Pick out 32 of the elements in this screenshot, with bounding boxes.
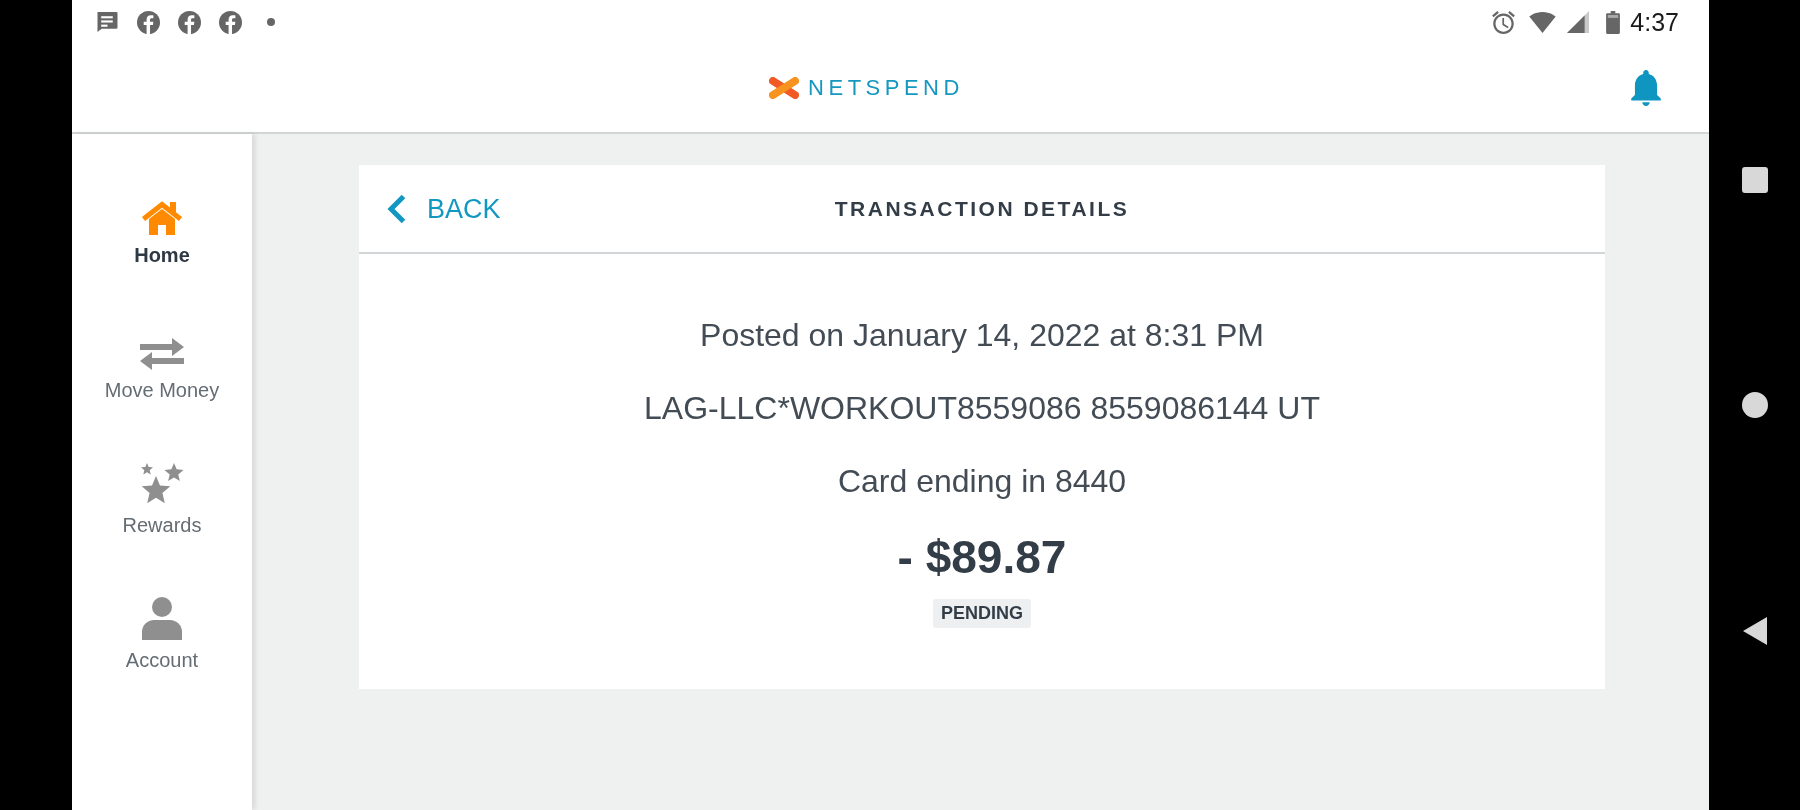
card-title: TRANSACTION DETAILS (834, 195, 1130, 222)
home-icon (141, 201, 183, 235)
square-icon[interactable] (1741, 167, 1768, 193)
status-badge: PENDING (933, 599, 1031, 628)
facebook-icon (137, 10, 160, 34)
signal-icon (1566, 11, 1591, 33)
sidebar-item[interactable]: Move Money (104, 326, 220, 402)
logo-icon (769, 77, 800, 99)
merchant-name: LAG-LLC*WORKOUT8559086 8559086144 UT (644, 389, 1320, 427)
arrows-icon (140, 338, 184, 370)
battery-icon (1606, 10, 1621, 34)
circle-icon[interactable] (1741, 392, 1768, 418)
card-number: Card ending in 8440 (837, 462, 1127, 500)
status-time: 4:37 (1630, 7, 1679, 37)
notifications-icon[interactable] (1631, 70, 1661, 106)
stars-icon (140, 463, 184, 505)
back-icon[interactable] (1742, 617, 1767, 645)
chevron-icon (387, 193, 407, 224)
back-button[interactable]: BACK (387, 192, 501, 225)
sidebar-item[interactable]: Account (125, 596, 199, 672)
sidebar-item[interactable]: Home (134, 191, 190, 267)
person-icon (142, 597, 182, 640)
transaction-amount: - $89.87 (897, 530, 1067, 584)
sidebar-item[interactable]: Rewards (122, 461, 202, 537)
dot-icon (267, 18, 275, 26)
logo-wordmark: NETSPEND (808, 75, 964, 101)
posted-date: Posted on January 14, 2022 at 8:31 PM (700, 316, 1264, 354)
wifi-icon (1529, 11, 1557, 33)
facebook-icon (178, 10, 201, 34)
message-icon (96, 12, 119, 32)
alarm-icon (1492, 10, 1516, 34)
facebook-icon (219, 10, 242, 34)
